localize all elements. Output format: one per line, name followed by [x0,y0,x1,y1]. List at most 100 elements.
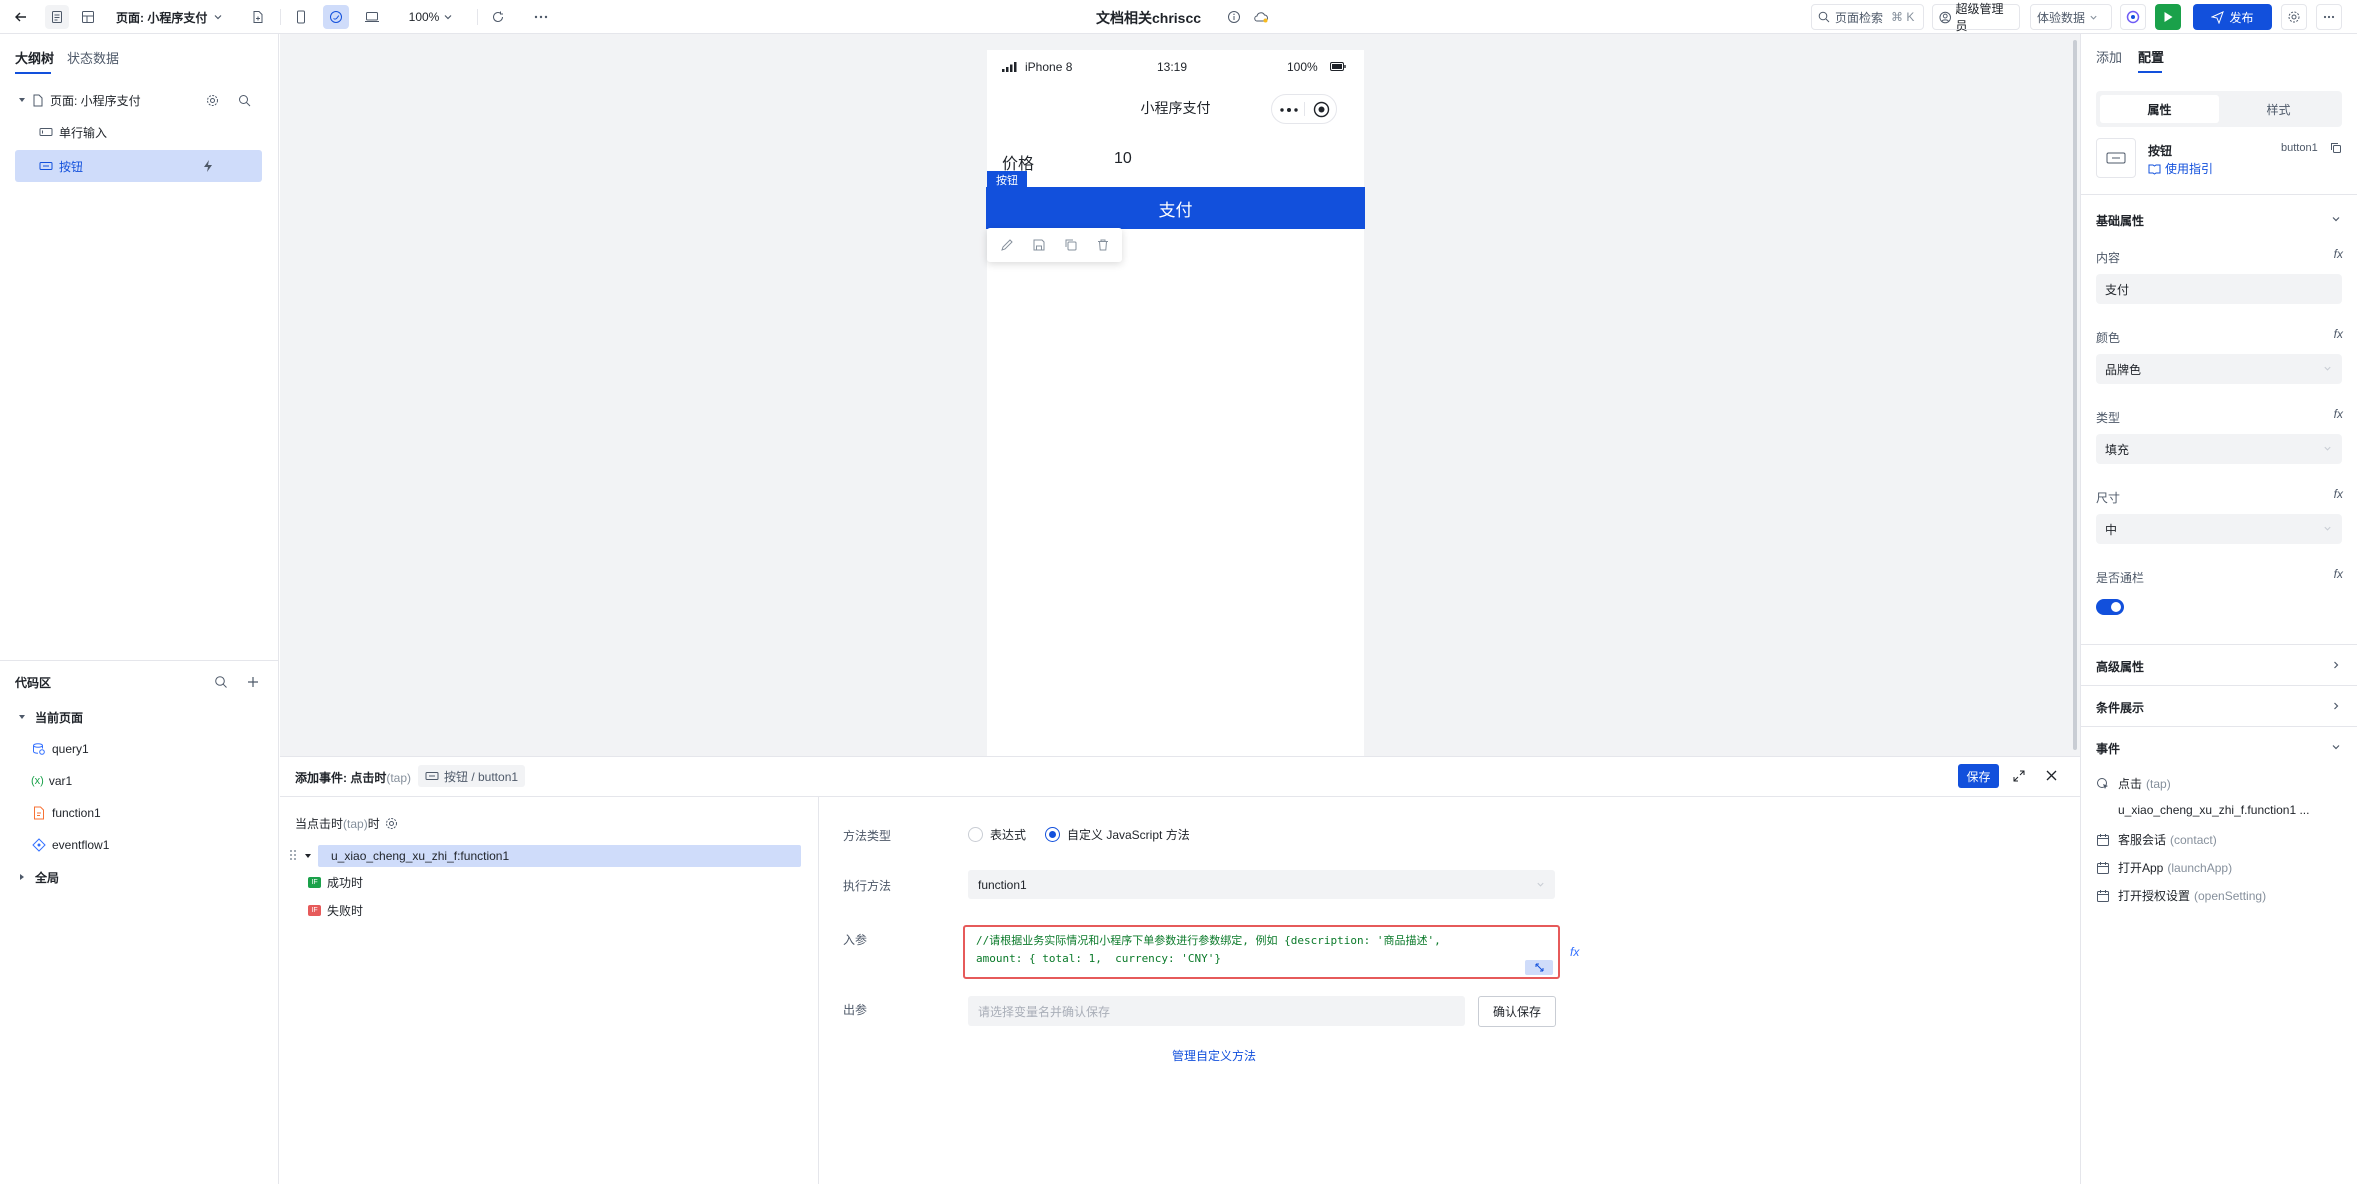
app-title: 文档相关chriscc [1096,10,1202,26]
event-launch-app[interactable]: 打开App (launchApp) [2096,859,2232,876]
tree-item-button[interactable]: 按钮 [15,150,262,182]
fx-icon[interactable]: fx [1570,945,1579,959]
search-icon [1818,11,1830,23]
canvas-scrollbar[interactable] [2073,40,2077,750]
code-item-eventflow1[interactable]: eventflow1 [15,830,262,860]
settings-button[interactable] [2281,4,2307,30]
zoom-selector[interactable]: 100% [405,5,457,29]
caret-down-icon[interactable] [304,852,312,860]
trigger-label: 当点击时 (tap) 时 [295,815,398,832]
page-search-shortcut: ⌘ K [1891,10,1915,24]
seg-styles[interactable]: 样式 [2219,95,2338,123]
capsule-menu[interactable] [1271,94,1337,124]
event-open-setting[interactable]: 打开授权设置 (openSetting) [2096,887,2266,904]
seg-properties[interactable]: 属性 [2100,95,2219,123]
event-flow-icon [32,838,46,852]
code-item-var1[interactable]: (x) var1 [15,766,262,796]
full-width-toggle[interactable] [2096,599,2124,615]
input-component-icon [39,128,53,136]
copy-icon[interactable] [2330,142,2342,154]
document-view-icon[interactable] [45,5,69,29]
status-battery-text: 100% [1287,60,1318,74]
tree-item-input[interactable]: 单行输入 [15,117,262,147]
code-item-query1[interactable]: query1 [15,734,262,764]
manage-methods-link[interactable]: 管理自定义方法 [1172,1047,1256,1064]
page-selector-label: 页面: 小程序支付 [116,10,208,25]
copy-icon[interactable] [1064,238,1078,252]
condition-title[interactable]: 条件展示 [2096,699,2144,716]
event-tap[interactable]: 点击 (tap) [2096,775,2171,792]
radio-custom-js[interactable]: 自定义 JavaScript 方法 [1045,826,1190,843]
page-search-button[interactable]: 页面检索 ⌘ K [1811,4,1924,30]
fx-icon[interactable]: fx [2334,407,2343,421]
tab-add[interactable]: 添加 [2096,47,2122,66]
publish-button[interactable]: 发布 [2193,4,2272,30]
add-page-icon[interactable] [247,5,269,29]
page-selector[interactable]: 页面: 小程序支付 [116,5,236,29]
data-mode-selector[interactable]: 体验数据 [2030,4,2112,30]
more-options-icon[interactable] [530,5,552,29]
more-menu-button[interactable] [2316,4,2342,30]
editor-expand-icon[interactable] [1525,960,1553,975]
exec-method-select[interactable]: function1 [968,870,1555,899]
save-button[interactable]: 保存 [1958,764,1999,788]
code-item-label: query1 [52,742,89,756]
radio-expression[interactable]: 表达式 [968,826,1026,843]
pay-button[interactable]: 支付 [986,187,1365,229]
advanced-props-title[interactable]: 高级属性 [2096,658,2144,675]
fx-icon[interactable]: fx [2334,247,2343,261]
content-input[interactable]: 支付 [2096,274,2342,304]
refresh-icon[interactable] [487,5,509,29]
tap-action-item[interactable]: u_xiao_cheng_xu_zhi_f.function1 ... [2118,803,2309,817]
confirm-save-button[interactable]: 确认保存 [1478,996,1556,1027]
color-label: 颜色 [2096,331,2121,345]
edit-icon[interactable] [1000,238,1014,252]
tab-outline[interactable]: 大纲树 [15,48,54,67]
chevron-down-icon[interactable] [2331,742,2341,752]
event-contact[interactable]: 客服会话 (contact) [2096,831,2217,848]
fx-icon[interactable]: fx [2334,327,2343,341]
miniprogram-device-icon[interactable] [323,5,349,29]
chevron-down-icon [1537,882,1544,887]
event-panel-title: 添加事件: 点击时(tap) [295,771,412,785]
mobile-device-icon[interactable] [290,5,312,29]
chevron-right-icon[interactable] [2331,660,2341,670]
fx-icon[interactable]: fx [2334,487,2343,501]
code-global[interactable]: 全局 [15,862,262,892]
code-current-page[interactable]: 当前页面 [15,702,262,732]
success-branch[interactable]: IF 成功时 [308,874,363,891]
action-node[interactable]: u_xiao_cheng_xu_zhi_f:function1 [318,845,801,867]
gear-icon[interactable] [385,817,398,830]
delete-icon[interactable] [1096,238,1110,252]
events-title: 事件 [2096,742,2121,756]
input-params-editor[interactable]: //请根据业务实际情况和小程序下单参数进行参数绑定, 例如 {descripti… [963,925,1560,979]
gear-icon [2288,11,2300,23]
desktop-device-icon[interactable] [360,5,384,29]
guide-link[interactable]: 使用指引 [2148,160,2213,177]
drag-handle-icon[interactable] [289,849,297,861]
type-select[interactable]: 填充 [2096,434,2342,464]
color-select[interactable]: 品牌色 [2096,354,2342,384]
back-arrow-icon[interactable] [10,5,32,29]
search-icon[interactable] [214,675,228,689]
preview-button[interactable] [2120,4,2146,30]
output-variable-input[interactable]: 请选择变量名并确认保存 [968,996,1465,1026]
code-item-function1[interactable]: function1 [15,798,262,828]
close-icon[interactable] [2045,769,2058,782]
expand-icon[interactable] [2012,769,2026,783]
fail-branch[interactable]: IF 失败时 [308,902,363,919]
add-icon[interactable] [246,675,260,689]
tree-item-page[interactable]: 页面: 小程序支付 [15,85,262,115]
component-path-tag: 按钮 / button1 [418,765,526,787]
tab-state-data[interactable]: 状态数据 [67,48,119,67]
role-selector[interactable]: 超级管理员 [1932,2,2020,33]
tab-config[interactable]: 配置 [2138,47,2164,66]
layout-view-icon[interactable] [76,5,100,29]
fx-icon[interactable]: fx [2334,567,2343,581]
chevron-down-icon[interactable] [2331,214,2341,224]
run-button[interactable] [2155,4,2181,30]
chevron-right-icon[interactable] [2331,701,2341,711]
save-icon[interactable] [1032,238,1046,252]
info-icon[interactable] [1223,5,1245,29]
size-select[interactable]: 中 [2096,514,2342,544]
